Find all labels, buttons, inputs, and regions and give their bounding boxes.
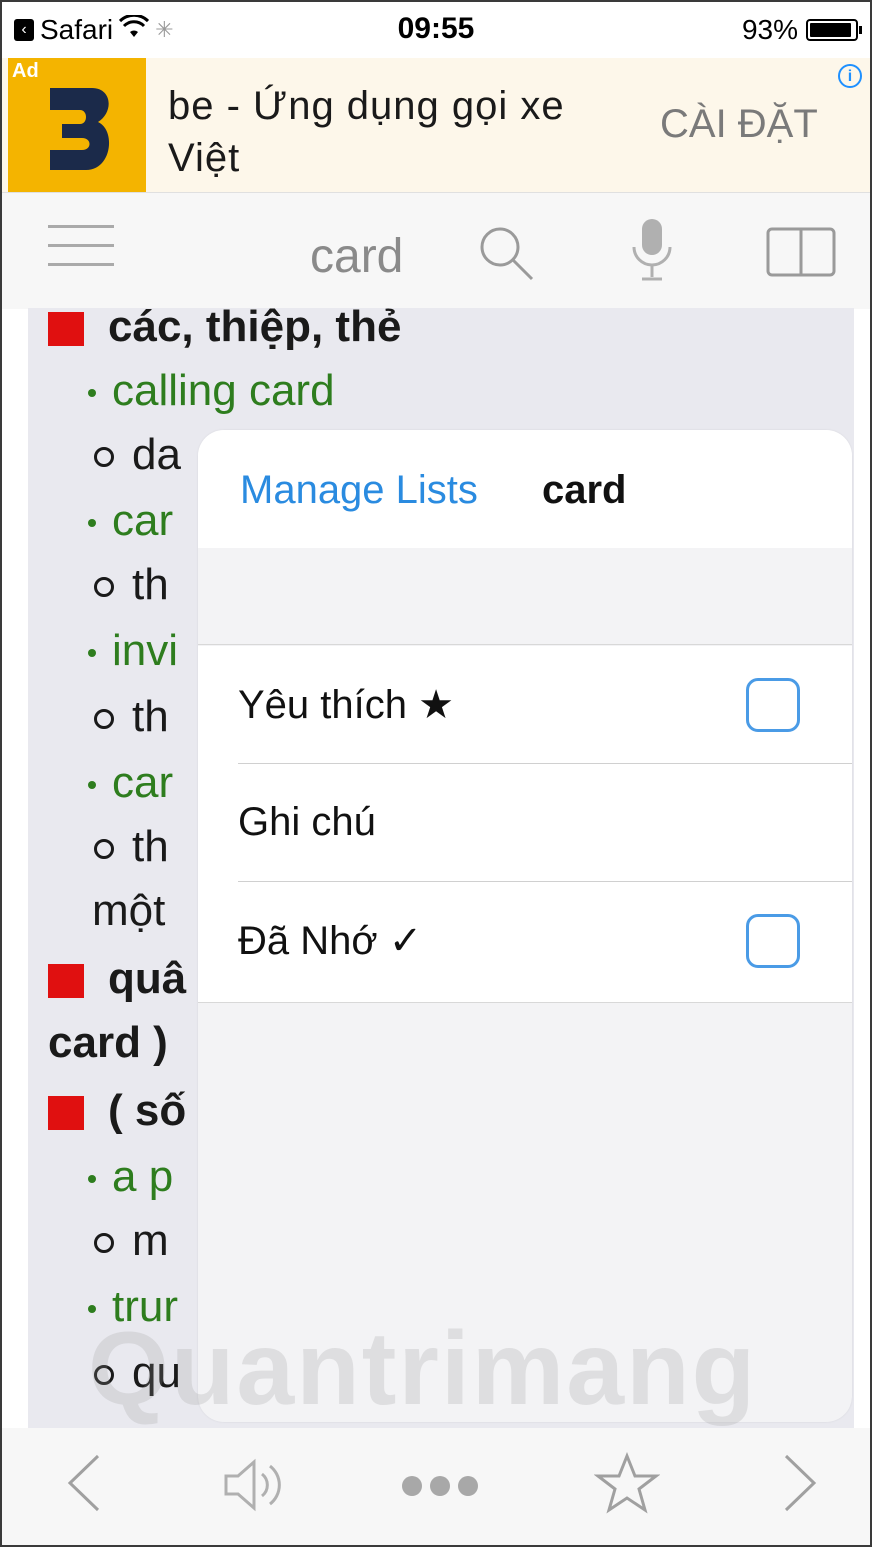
battery: 93%	[741, 14, 862, 46]
entry-translation: th	[48, 560, 169, 610]
circle-bullet-icon	[94, 709, 114, 730]
speaker-icon[interactable]	[222, 1458, 288, 1517]
entry-line-text: quâ	[108, 954, 187, 1003]
more-icon[interactable]	[400, 1474, 480, 1503]
manage-lists-link[interactable]: Manage Lists	[240, 468, 478, 513]
ad-info-icon[interactable]: i	[838, 64, 862, 88]
sense-marker-icon	[48, 964, 84, 999]
entry-example: a p	[48, 1152, 173, 1202]
ad-text: be - Ứng dụng gọi xe Việt	[168, 84, 565, 180]
search-word[interactable]: card	[310, 229, 403, 284]
bullet-icon	[88, 649, 96, 658]
entry-text: card )	[48, 1018, 168, 1068]
ad-banner[interactable]: Ad be - Ứng dụng gọi xe Việt CÀI ĐẶT i	[2, 58, 870, 192]
circle-bullet-icon	[94, 1233, 114, 1254]
entry-line-text: a p	[112, 1152, 174, 1201]
entry-line-text: th	[132, 560, 169, 609]
list-row-memorized[interactable]: Đã Nhớ ✓	[198, 882, 852, 1000]
list-row-label: Ghi chú	[238, 800, 376, 844]
entry-translation: th	[48, 692, 169, 742]
entry-example: car	[48, 496, 173, 546]
battery-percent: 93%	[741, 14, 798, 45]
book-icon[interactable]	[766, 225, 836, 284]
circle-bullet-icon	[94, 577, 114, 598]
popup-header: Manage Lists card	[198, 430, 852, 549]
bullet-icon	[88, 519, 96, 528]
entry-translation: th	[48, 822, 169, 872]
entry-line-text: car	[112, 496, 174, 545]
entry-example: car	[48, 758, 173, 808]
circle-bullet-icon	[94, 447, 114, 468]
microphone-icon[interactable]	[630, 217, 674, 290]
entry-translation: da	[48, 430, 181, 480]
entry-line-text: invi	[112, 626, 179, 675]
menu-icon[interactable]	[48, 225, 114, 269]
entry-line-text: da	[132, 430, 181, 479]
top-toolbar: card	[2, 192, 870, 309]
popup-spacer	[198, 548, 852, 645]
star-icon[interactable]	[593, 1451, 661, 1521]
entry-line-text: calling card	[112, 366, 335, 415]
sense-marker-icon	[48, 312, 84, 347]
battery-icon	[806, 19, 862, 41]
bullet-icon	[88, 1175, 96, 1184]
popup-word: card	[542, 468, 627, 512]
circle-bullet-icon	[94, 839, 114, 860]
favorites-checkbox[interactable]	[746, 678, 800, 732]
phone-screen: ‹ Safari ✳ 09:55 93% Ad be - Ứng dụng gọ…	[0, 0, 872, 1547]
entry-line-text: ( số	[108, 1086, 187, 1135]
entry-sense-heading: ( số	[48, 1086, 186, 1136]
entry-example: calling card	[48, 366, 335, 416]
bullet-icon	[88, 389, 96, 398]
sense-marker-icon	[48, 1096, 84, 1131]
forward-arrow-icon[interactable]	[780, 1452, 820, 1519]
entry-translation: m	[48, 1216, 169, 1266]
entry-example: invi	[48, 626, 178, 676]
entry-line-text: một	[92, 886, 166, 935]
list-row-notes[interactable]: Ghi chú	[198, 764, 852, 882]
entry-line-text: m	[132, 1216, 169, 1265]
entry-line-text: các, thiệp, thẻ	[108, 308, 402, 351]
entry-sense-heading: các, thiệp, thẻ	[48, 308, 401, 352]
entry-text: một	[92, 886, 165, 936]
entry-line-text: th	[132, 822, 169, 871]
entry-sense-heading: quâ	[48, 954, 186, 1004]
back-arrow-icon[interactable]	[64, 1452, 104, 1519]
memorized-checkbox[interactable]	[746, 914, 800, 968]
manage-lists-popup: Manage Lists card Yêu thích ★ Ghi chú Đã…	[198, 430, 852, 1422]
list-row-label: Yêu thích ★	[238, 683, 454, 727]
search-icon[interactable]	[476, 223, 538, 288]
list-row-favorites[interactable]: Yêu thích ★	[198, 646, 852, 764]
lists-section: Yêu thích ★ Ghi chú Đã Nhớ ✓	[198, 646, 852, 1003]
bullet-icon	[88, 781, 96, 790]
entry-line-text: th	[132, 692, 169, 741]
bottom-toolbar	[2, 1428, 870, 1545]
entry-line-text: card )	[48, 1018, 168, 1067]
clock: 09:55	[397, 12, 475, 45]
ad-badge: Ad	[8, 58, 43, 85]
watermark: Quantrimang	[88, 1311, 758, 1427]
install-button[interactable]: CÀI ĐẶT	[660, 102, 818, 147]
status-bar: ‹ Safari ✳ 09:55 93%	[2, 2, 870, 58]
list-row-label: Đã Nhớ ✓	[238, 919, 423, 963]
entry-line-text: car	[112, 758, 174, 807]
